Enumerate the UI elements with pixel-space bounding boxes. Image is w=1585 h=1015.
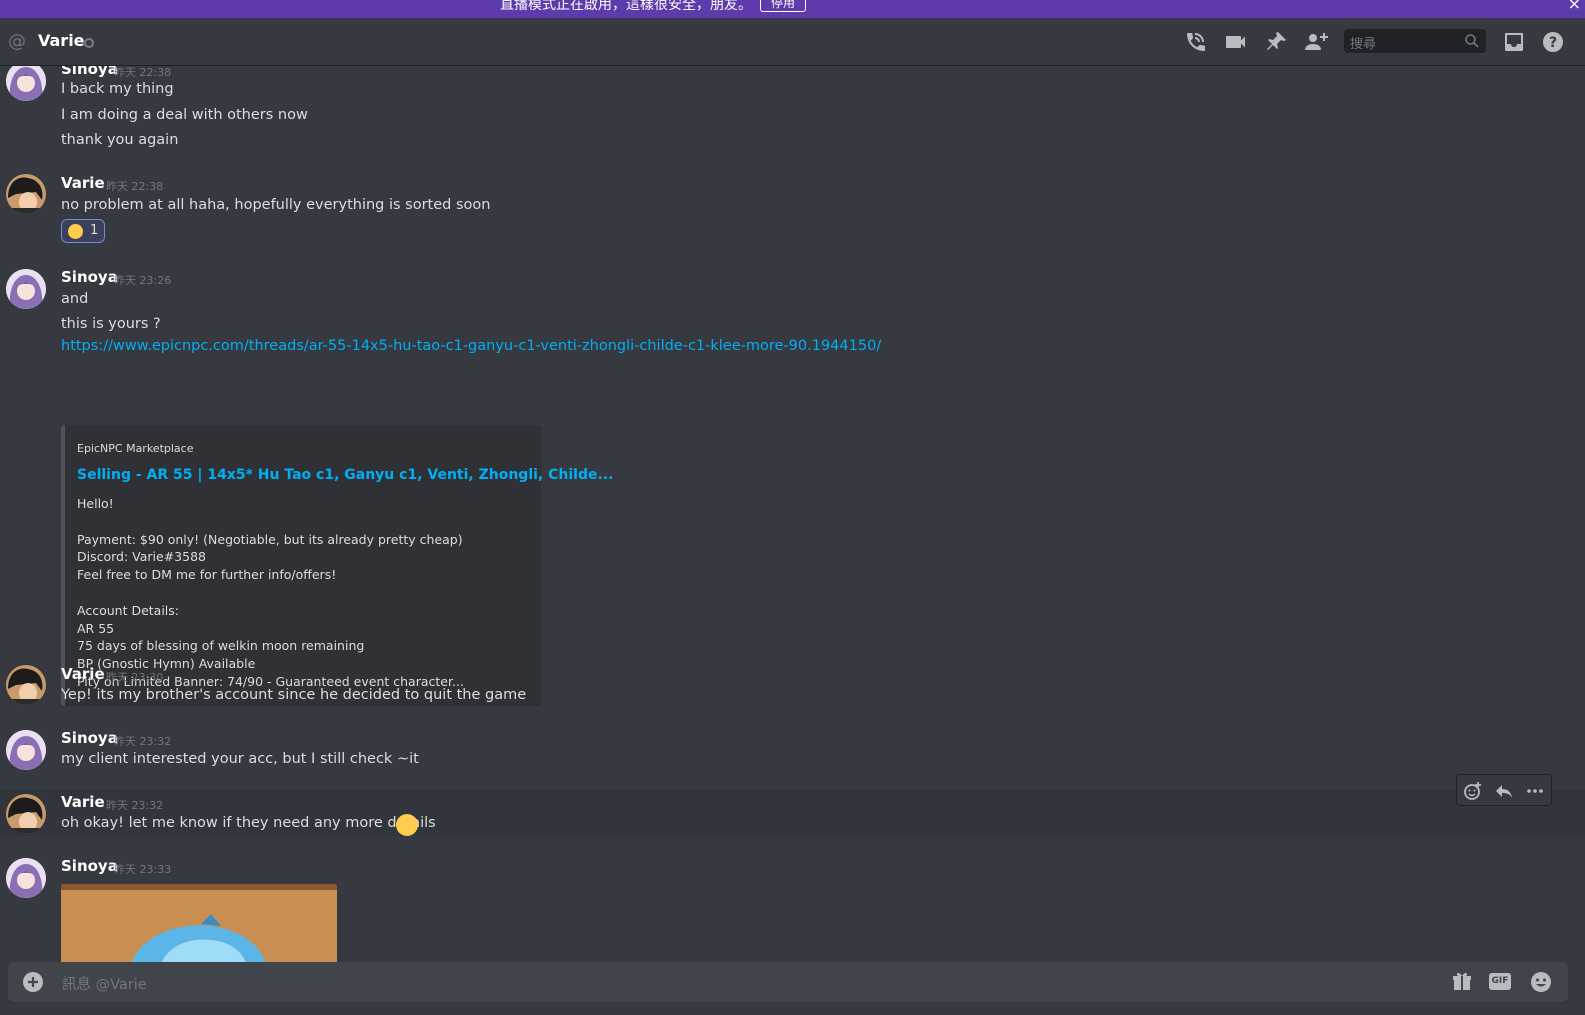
message-author[interactable]: Varie <box>61 174 105 192</box>
embed-line: Hello! <box>77 496 114 511</box>
more-options-icon[interactable] <box>1525 781 1545 801</box>
embed-line: Payment: $90 only! (Negotiable, but its … <box>77 531 463 547</box>
message-timestamp: 昨天 22:38 <box>106 180 164 193</box>
message-link[interactable]: https://www.epicnpc.com/threads/ar-55-14… <box>61 338 881 354</box>
channel-header: @ Varie 搜尋 ? <box>0 18 1585 66</box>
search-icon <box>1465 34 1479 48</box>
message-input-placeholder[interactable]: 訊息 @Varie <box>62 973 147 994</box>
message-text: and <box>61 291 89 307</box>
message-text: thank you again <box>61 132 179 148</box>
message-list[interactable]: Sinoya 昨天 22:38 I back my thing I am doi… <box>0 66 1585 962</box>
grinning-face-emoji-icon <box>396 814 418 836</box>
link-embed: EpicNPC Marketplace Selling - AR 55 | 14… <box>61 425 613 706</box>
message-timestamp: 昨天 23:33 <box>114 863 172 876</box>
image-attachment[interactable] <box>61 884 337 962</box>
avatar[interactable] <box>6 665 46 705</box>
message-timestamp: 昨天 23:32 <box>114 735 172 748</box>
embed-description: Hello! Payment: $90 only! (Negotiable, b… <box>77 495 537 691</box>
offline-status-icon <box>84 38 94 48</box>
reaction-count: 1 <box>90 223 99 238</box>
message-author[interactable]: Sinoya <box>61 857 118 875</box>
message-author[interactable]: Varie <box>61 793 105 811</box>
svg-text:?: ? <box>1549 35 1557 51</box>
upload-plus-icon[interactable] <box>23 972 43 992</box>
disable-streamer-mode-button[interactable]: 停用 <box>760 0 807 12</box>
inbox-icon[interactable] <box>1502 30 1526 54</box>
message-composer[interactable]: 訊息 @Varie GIF <box>8 962 1568 1002</box>
emoji-picker-icon[interactable] <box>1529 970 1553 994</box>
embed-line: AR 55 <box>77 620 115 636</box>
message-timestamp: 昨天 23:26 <box>114 274 172 287</box>
message-timestamp: 昨天 23:30 <box>106 671 164 684</box>
voice-call-icon[interactable] <box>1184 30 1208 54</box>
message-text: I back my thing <box>61 81 174 97</box>
avatar[interactable] <box>6 794 46 834</box>
avatar[interactable] <box>6 174 46 214</box>
message-author[interactable]: Varie <box>61 665 105 683</box>
embed-line: 75 days of blessing of welkin moon remai… <box>77 638 365 654</box>
add-reaction-icon[interactable] <box>1463 781 1483 801</box>
pin-icon[interactable] <box>1264 30 1288 54</box>
embed-title-link[interactable]: Selling - AR 55 | 14x5* Hu Tao c1, Ganyu… <box>77 467 613 483</box>
banner-text: 直播模式正在啟用，這樣很安全，朋友。 <box>500 0 752 13</box>
video-call-icon[interactable] <box>1224 30 1248 54</box>
avatar[interactable] <box>6 269 46 309</box>
add-friend-icon[interactable] <box>1304 30 1328 54</box>
search-placeholder: 搜尋 <box>1350 37 1377 52</box>
message-author[interactable]: Sinoya <box>61 66 118 78</box>
embed-provider[interactable]: EpicNPC Marketplace <box>77 442 193 455</box>
help-icon[interactable]: ? <box>1541 30 1565 54</box>
message-actions-toolbar <box>1456 774 1552 806</box>
message-text: no problem at all haha, hopefully everyt… <box>61 197 491 213</box>
dm-recipient-name: Varie <box>38 31 85 50</box>
message-text: this is yours ? <box>61 316 161 332</box>
message-timestamp: 昨天 23:32 <box>106 799 164 812</box>
message-timestamp: 昨天 22:38 <box>114 66 172 79</box>
message-text: oh okay! let me know if they need any mo… <box>61 815 436 831</box>
smiling-face-emoji-icon <box>68 224 83 239</box>
message-text: my client interested your acc, but I sti… <box>61 751 419 767</box>
streamer-mode-banner: 直播模式正在啟用，這樣很安全，朋友。 停用 × <box>0 0 1585 18</box>
message-text: Yep! its my brother's account since he d… <box>61 687 527 703</box>
embed-line <box>77 584 537 602</box>
at-sign-icon: @ <box>8 31 26 52</box>
message-author[interactable]: Sinoya <box>61 268 118 286</box>
avatar[interactable] <box>6 66 46 101</box>
embed-line: Account Details: <box>77 602 179 618</box>
embed-line <box>77 513 537 531</box>
embed-line: Discord: Varie#3588 <box>77 549 206 565</box>
reply-icon[interactable] <box>1494 781 1514 801</box>
search-input[interactable]: 搜尋 <box>1344 29 1486 53</box>
embed-line: Feel free to DM me for further info/offe… <box>77 567 337 583</box>
banner-close-icon[interactable]: × <box>1568 0 1581 13</box>
gift-icon[interactable] <box>1451 970 1473 992</box>
gif-button[interactable]: GIF <box>1489 973 1511 990</box>
avatar[interactable] <box>6 730 46 770</box>
avatar[interactable] <box>6 858 46 898</box>
reaction-button[interactable]: 1 <box>61 219 105 243</box>
message-author[interactable]: Sinoya <box>61 729 118 747</box>
message-text: I am doing a deal with others now <box>61 107 308 123</box>
